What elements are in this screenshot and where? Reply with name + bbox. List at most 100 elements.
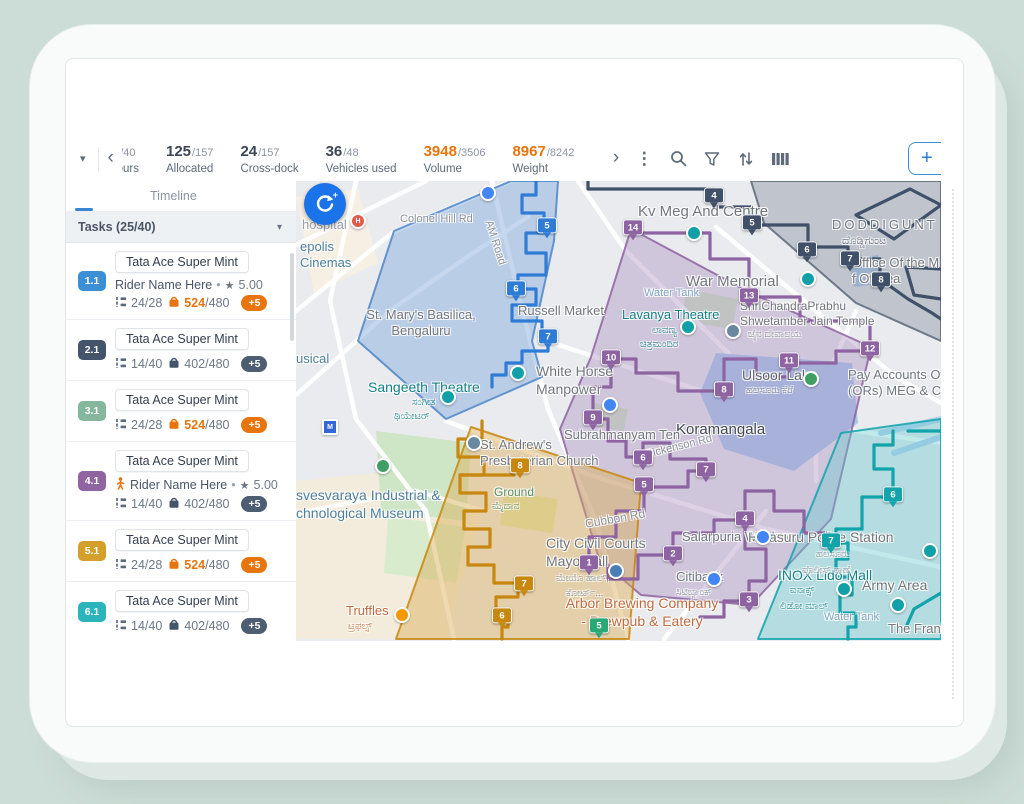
waypoint-marker-5[interactable]: 5 xyxy=(634,476,654,492)
waypoint-marker-7[interactable]: 7 xyxy=(696,461,716,477)
waypoint-marker-7[interactable]: 7 xyxy=(538,328,558,344)
vehicle-chip[interactable]: Tata Ace Super Mint xyxy=(115,251,249,273)
poi-marker xyxy=(755,529,771,545)
stat-weight: 8967/8242Weight xyxy=(512,143,574,175)
rider-row: Rider Name Here•★5.00 xyxy=(115,477,288,493)
task-item-5.1[interactable]: 5.1Tata Ace Super Mint24/28524/480+5 xyxy=(66,521,296,582)
waypoint-marker-4[interactable]: 4 xyxy=(704,187,724,203)
stops-icon xyxy=(115,296,127,311)
add-button[interactable]: + xyxy=(908,142,941,175)
stops-icon xyxy=(115,619,127,634)
waypoint-marker-6[interactable]: 6 xyxy=(506,280,526,296)
waypoint-marker-5[interactable]: 5 xyxy=(589,617,609,633)
task-item-2.1[interactable]: 2.1Tata Ace Super Mint14/40402/480+5 xyxy=(66,320,296,381)
app-screen: ▾ ‹ 0/40Tours125/157Allocated24/157Cross… xyxy=(65,58,964,727)
bag-icon xyxy=(168,557,180,573)
waypoint-marker-5[interactable]: 5 xyxy=(537,217,557,233)
waypoint-marker-7[interactable]: 7 xyxy=(514,575,534,591)
task-item-6.1[interactable]: 6.1Tata Ace Super Mint14/40402/480+5 xyxy=(66,582,296,641)
vehicle-chip[interactable]: Tata Ace Super Mint xyxy=(115,590,249,612)
page-scrollbar[interactable] xyxy=(952,189,954,699)
route-map[interactable]: hospitalepolisCinemasusicalColonel Hill … xyxy=(296,181,941,641)
map-label: ಮೈದಾನ xyxy=(492,501,519,514)
chevron-right-icon[interactable]: › xyxy=(604,148,627,170)
filter-icon[interactable] xyxy=(695,142,729,176)
poi-marker xyxy=(706,571,722,587)
poi-marker xyxy=(375,458,391,474)
tasks-header-dropdown[interactable]: Tasks (25/40) ▾ xyxy=(66,212,296,243)
poi-marker xyxy=(800,271,816,287)
extra-count-badge: +5 xyxy=(241,356,267,372)
columns-icon[interactable] xyxy=(763,142,797,176)
bag-icon xyxy=(168,496,180,512)
tasks-header-label: Tasks (25/40) xyxy=(78,220,156,234)
poi-marker xyxy=(680,319,696,335)
waypoint-marker-8[interactable]: 8 xyxy=(714,381,734,397)
map-label: ಪೊಲೀಸ್ ಠಾಣೆ xyxy=(802,565,850,578)
route-badge: 3.1 xyxy=(78,401,106,421)
task-list: 1.1Tata Ace Super MintRider Name Here•★5… xyxy=(66,243,296,641)
task-stats-row: 14/40402/480+5 xyxy=(115,496,288,512)
tasks-sidebar: Timeline Tasks (25/40) ▾ 1.1Tata Ace Sup… xyxy=(66,181,297,641)
waypoint-marker-6[interactable]: 6 xyxy=(633,449,653,465)
waypoint-marker-1[interactable]: 1 xyxy=(579,554,599,570)
vehicle-chip[interactable]: Tata Ace Super Mint xyxy=(115,450,249,472)
waypoint-marker-9[interactable]: 9 xyxy=(583,409,603,425)
poi-marker xyxy=(510,365,526,381)
stats-toolbar: ▾ ‹ 0/40Tours125/157Allocated24/157Cross… xyxy=(66,136,941,182)
map-label: St. Mary's Basilica,Bengaluru xyxy=(356,307,486,340)
vehicle-chip[interactable]: Tata Ace Super Mint xyxy=(115,389,249,411)
stops-icon xyxy=(115,357,127,372)
waypoint-marker-7[interactable]: 7 xyxy=(840,250,860,266)
waypoint-marker-12[interactable]: 12 xyxy=(860,340,880,356)
kebab-menu-icon[interactable]: ⋮ xyxy=(627,142,661,176)
waypoint-marker-5[interactable]: 5 xyxy=(742,214,762,230)
task-item-4.1[interactable]: 4.1Tata Ace Super MintRider Name Here•★5… xyxy=(66,442,296,521)
map-label: ಥಿಯೇಟರ್ xyxy=(394,411,430,424)
stat-tours: 0/40Tours xyxy=(122,143,139,175)
poi-marker xyxy=(686,225,702,241)
map-label: Cubbon Rd xyxy=(584,506,646,531)
waypoint-marker-8[interactable]: 8 xyxy=(871,271,891,287)
waypoint-marker-10[interactable]: 10 xyxy=(601,349,621,365)
stat-vehicles-used: 36/48Vehicles used xyxy=(326,143,397,175)
poi-marker xyxy=(922,543,938,559)
task-stats-row: 14/40402/480+5 xyxy=(115,618,288,634)
star-icon: ★ xyxy=(225,279,235,292)
search-icon[interactable] xyxy=(661,142,695,176)
waypoint-marker-13[interactable]: 13 xyxy=(739,287,759,303)
walking-rider-icon xyxy=(115,477,126,493)
chevron-left-icon[interactable]: ‹ xyxy=(99,148,122,170)
stops-count: 14/40 xyxy=(131,357,162,371)
stops-count: 14/40 xyxy=(131,619,162,633)
chevron-down-icon: ▾ xyxy=(277,222,282,233)
map-label: Water Tank xyxy=(644,287,699,301)
waypoint-marker-6[interactable]: 6 xyxy=(797,241,817,257)
waypoint-marker-14[interactable]: 14 xyxy=(623,219,643,235)
poi-marker xyxy=(466,435,482,451)
sort-icon[interactable] xyxy=(729,142,763,176)
waypoint-marker-8[interactable]: 8 xyxy=(510,457,530,473)
map-label: Ground xyxy=(494,485,534,500)
toolbar-dropdown-caret-icon[interactable]: ▾ xyxy=(66,152,98,165)
stops-count: 24/28 xyxy=(131,558,162,572)
waypoint-marker-7[interactable]: 7 xyxy=(821,532,841,548)
waypoint-marker-4[interactable]: 4 xyxy=(735,510,755,526)
waypoint-marker-2[interactable]: 2 xyxy=(663,545,683,561)
vehicle-chip[interactable]: Tata Ace Super Mint xyxy=(115,529,249,551)
waypoint-marker-11[interactable]: 11 xyxy=(779,352,799,368)
tab-timeline[interactable]: Timeline xyxy=(150,189,197,203)
poi-marker xyxy=(394,607,410,623)
poi-marker xyxy=(480,185,496,201)
vehicle-chip[interactable]: Tata Ace Super Mint xyxy=(115,328,249,350)
map-label: ಸಂಗೀತ xyxy=(412,397,435,410)
task-item-3.1[interactable]: 3.1Tata Ace Super Mint24/28524/480+5 xyxy=(66,381,296,442)
task-item-1.1[interactable]: 1.1Tata Ace Super MintRider Name Here•★5… xyxy=(66,243,296,320)
refresh-button[interactable]: + xyxy=(304,183,346,225)
tablet-frame: ▾ ‹ 0/40Tours125/157Allocated24/157Cross… xyxy=(30,25,995,762)
waypoint-marker-3[interactable]: 3 xyxy=(739,591,759,607)
waypoint-marker-6[interactable]: 6 xyxy=(492,607,512,623)
stops-icon xyxy=(115,418,127,433)
sidebar-scrollbar[interactable] xyxy=(290,253,294,341)
waypoint-marker-6[interactable]: 6 xyxy=(883,486,903,502)
